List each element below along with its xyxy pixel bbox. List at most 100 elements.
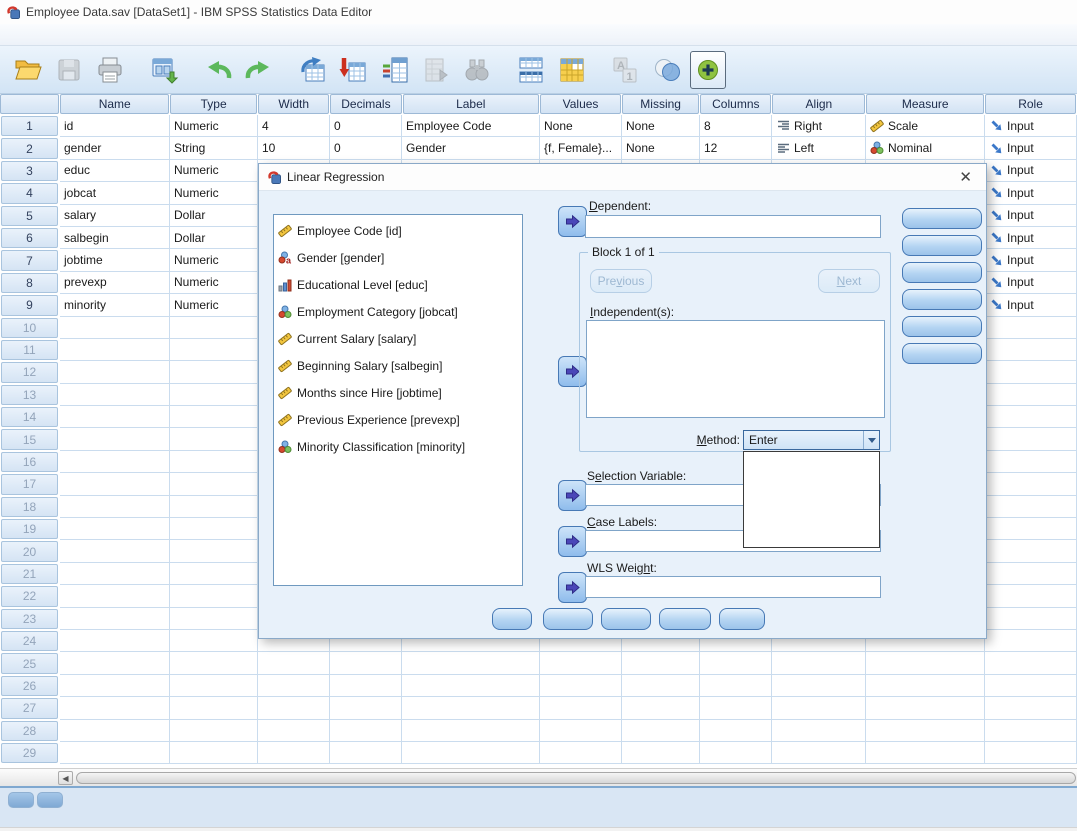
- cell-role[interactable]: Input: [985, 160, 1077, 182]
- col-header-type[interactable]: Type: [170, 94, 257, 114]
- cell-role[interactable]: [985, 697, 1077, 719]
- cell-role[interactable]: [985, 518, 1077, 540]
- cell-role[interactable]: [985, 742, 1077, 764]
- cell-name[interactable]: jobtime: [60, 249, 170, 271]
- row-number[interactable]: 16: [1, 452, 58, 472]
- cell-role[interactable]: Input: [985, 249, 1077, 271]
- cell-role[interactable]: Input: [985, 182, 1077, 204]
- cell-columns[interactable]: [700, 720, 772, 742]
- cell-decimals[interactable]: 0: [330, 115, 402, 137]
- row-number[interactable]: 11: [1, 340, 58, 360]
- cell-measure[interactable]: [866, 742, 985, 764]
- variable-list-item[interactable]: Beginning Salary [salbegin]: [274, 352, 522, 379]
- cell-role[interactable]: Input: [985, 115, 1077, 137]
- row-number[interactable]: 7: [1, 250, 58, 270]
- cell-role[interactable]: Input: [985, 227, 1077, 249]
- side-button[interactable]: [902, 262, 982, 283]
- cell-role[interactable]: Input: [985, 137, 1077, 159]
- col-header-values[interactable]: Values: [540, 94, 621, 114]
- cell-name[interactable]: salary: [60, 205, 170, 227]
- row-number[interactable]: 22: [1, 586, 58, 606]
- cell-type[interactable]: Numeric: [170, 294, 258, 316]
- row-number[interactable]: 12: [1, 362, 58, 382]
- cell-values[interactable]: [540, 675, 622, 697]
- cell-role[interactable]: Input: [985, 272, 1077, 294]
- cell-role[interactable]: [985, 630, 1077, 652]
- move-selection-button[interactable]: [558, 480, 587, 511]
- bottom-button[interactable]: [601, 608, 651, 630]
- cell-align[interactable]: Right: [772, 115, 866, 137]
- cell-type[interactable]: Numeric: [170, 272, 258, 294]
- use-variable-sets-icon[interactable]: [649, 51, 685, 89]
- col-header-measure[interactable]: Measure: [866, 94, 984, 114]
- cell-role[interactable]: [985, 317, 1077, 339]
- row-number[interactable]: 23: [1, 609, 58, 629]
- cell-name[interactable]: [60, 540, 170, 562]
- cell-type[interactable]: [170, 317, 258, 339]
- cell-decimals[interactable]: [330, 675, 402, 697]
- cell-label[interactable]: [402, 697, 540, 719]
- cell-type[interactable]: [170, 540, 258, 562]
- cell-columns[interactable]: [700, 697, 772, 719]
- col-header-decimals[interactable]: Decimals: [330, 94, 401, 114]
- row-number[interactable]: 19: [1, 519, 58, 539]
- cell-role[interactable]: Input: [985, 205, 1077, 227]
- cell-type[interactable]: [170, 384, 258, 406]
- cell-name[interactable]: [60, 428, 170, 450]
- cell-type[interactable]: [170, 451, 258, 473]
- cell-decimals[interactable]: 0: [330, 137, 402, 159]
- bottom-button[interactable]: [659, 608, 711, 630]
- cell-measure[interactable]: Scale: [866, 115, 985, 137]
- cell-decimals[interactable]: [330, 742, 402, 764]
- variable-list-item[interactable]: Minority Classification [minority]: [274, 433, 522, 460]
- cell-type[interactable]: [170, 428, 258, 450]
- cell-decimals[interactable]: [330, 697, 402, 719]
- cell-measure[interactable]: Nominal: [866, 137, 985, 159]
- source-variable-list[interactable]: Employee Code [id] a Gender [gender] Edu…: [273, 214, 523, 586]
- scroll-left-arrow-icon[interactable]: ◀: [58, 771, 73, 785]
- cell-name[interactable]: [60, 630, 170, 652]
- cell-name[interactable]: gender: [60, 137, 170, 159]
- cell-label[interactable]: [402, 652, 540, 674]
- cell-role[interactable]: [985, 451, 1077, 473]
- menu-item[interactable]: [44, 32, 64, 38]
- cell-columns[interactable]: [700, 742, 772, 764]
- cell-type[interactable]: [170, 697, 258, 719]
- cell-label[interactable]: Gender: [402, 137, 540, 159]
- run-descriptives-icon[interactable]: [418, 51, 454, 89]
- menu-item[interactable]: [24, 32, 44, 38]
- cell-role[interactable]: [985, 406, 1077, 428]
- menu-item[interactable]: [144, 32, 164, 38]
- wls-weight-field[interactable]: [585, 576, 881, 598]
- cell-type[interactable]: [170, 585, 258, 607]
- cell-name[interactable]: [60, 652, 170, 674]
- close-icon[interactable]: ✕: [953, 168, 978, 186]
- cell-width[interactable]: [258, 697, 330, 719]
- cell-columns[interactable]: 12: [700, 137, 772, 159]
- next-button[interactable]: Next: [818, 269, 880, 293]
- cell-values[interactable]: {f, Female}...: [540, 137, 622, 159]
- move-dependent-button[interactable]: [558, 206, 587, 237]
- find-icon[interactable]: [459, 51, 495, 89]
- cell-label[interactable]: Employee Code: [402, 115, 540, 137]
- side-button[interactable]: [902, 289, 982, 310]
- cell-align[interactable]: [772, 720, 866, 742]
- variable-list-item[interactable]: Months since Hire [jobtime]: [274, 379, 522, 406]
- menu-item[interactable]: [84, 32, 104, 38]
- custom-dialogs-icon[interactable]: [690, 51, 726, 89]
- cell-type[interactable]: [170, 518, 258, 540]
- move-wls-button[interactable]: [558, 572, 587, 603]
- cell-values[interactable]: [540, 742, 622, 764]
- bottom-button[interactable]: [719, 608, 765, 630]
- row-number[interactable]: 3: [1, 161, 58, 181]
- corner-header[interactable]: [0, 94, 59, 114]
- menu-item[interactable]: [164, 32, 184, 38]
- row-number[interactable]: 4: [1, 183, 58, 203]
- cell-name[interactable]: [60, 406, 170, 428]
- cell-missing[interactable]: None: [622, 115, 700, 137]
- cell-type[interactable]: Numeric: [170, 115, 258, 137]
- variable-list-item[interactable]: Employee Code [id]: [274, 217, 522, 244]
- cell-name[interactable]: educ: [60, 160, 170, 182]
- independent-list[interactable]: [586, 320, 885, 418]
- cell-role[interactable]: [985, 540, 1077, 562]
